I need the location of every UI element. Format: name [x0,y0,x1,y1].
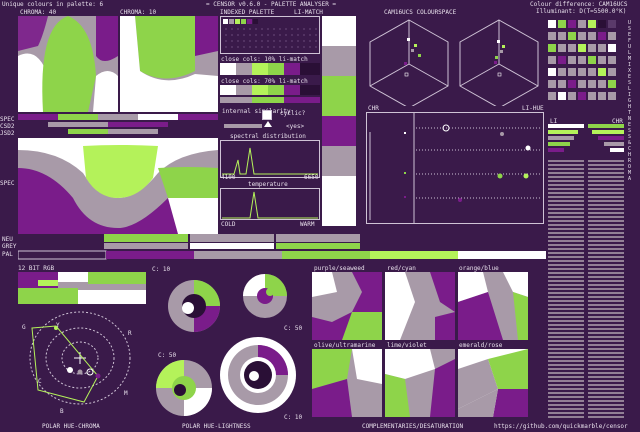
neutral-grey-palette-strips [18,234,546,260]
polar-hue-lightness-c50-bottom [156,360,212,416]
internal-similarity-bar [224,124,262,128]
illuminant-label: Illuminant: D(T=5500.0°K) [536,8,627,15]
chroma-10-label: CHROMA: 10 [120,9,157,16]
app-title: = CENSOR v0.6.0 - PALETTE ANALYSER = [206,1,337,8]
red-cyan-label: red/cyan [387,265,416,272]
li-hue-plot [366,112,544,224]
spec-sd2-map [18,138,218,234]
temperature-label: temperature [248,181,288,188]
lime-violet-label: lime/violet [387,342,427,349]
chroma-40-label: CHROMA: 40 [20,9,57,16]
chroma-10-map [120,16,218,112]
cyclic-label: cyclic? [280,110,306,117]
li-match-label: LI-MATCH [294,9,323,16]
olive-ultramarine-label: olive/ultramarine [314,342,376,349]
spec-label: SPEC [0,116,15,123]
c10-label-a: C: 10 [152,266,171,273]
spectral-distribution-plot [220,140,320,178]
hue-letter-b: B [60,408,64,415]
polar-hue-chroma-label: POLAR HUE-CHROMA [42,423,100,430]
pal-label: PAL [2,251,13,258]
useful-mixes-vertical-label: USEFUL MIXES LIGHTNESS & CHROMA [628,20,632,182]
polar-hue-lightness-c10 [168,280,220,332]
useful-mixes-grid [548,20,620,108]
purple-seaweed-map [312,272,382,340]
polar-hue-lightness-label: POLAR HUE-LIGHTNESS [182,423,251,430]
indexed-palette-grid [220,16,320,54]
temperature-cold-label: COLD [221,221,236,228]
cam16ucs-label: CAM16UCS COLOURSPACE [384,9,457,16]
lime-violet-map [385,349,455,417]
unique-colours-count: Unique colours in palette: 6 [2,1,104,8]
colour-difference-label: Colour difference: CAM16UCS [530,1,628,8]
close-cols-10-label: close cols: 10% li-match [221,56,308,63]
grey-label: GREY [2,243,17,250]
purple-seaweed-label: purple/seaweed [314,265,365,272]
spec-bars [18,114,218,134]
github-link[interactable]: https://github.com/quickmarble/censor [494,423,628,430]
red-cyan-map [385,272,455,340]
cyclic-value: <yes> [286,123,305,130]
li-match-column [322,16,356,226]
hue-letter-r: R [128,330,132,337]
hue-letter-y: Y [56,322,60,329]
lightness-chroma-strips [548,124,626,420]
neu-label: NEU [2,236,13,243]
hue-letter-m: M [124,390,128,397]
jsd2-label: JSD2 [0,130,15,137]
complementaries-label: COMPLEMENTARIES/DESATURATION [362,423,464,430]
hue-letter-g: G [22,324,26,331]
emerald-rose-map [458,349,528,417]
cyclic-checkbox[interactable] [262,110,272,120]
orange-blue-map [458,272,528,340]
orange-blue-label: orange/blue [459,265,499,272]
polar-hue-lightness-c50-top [243,274,287,318]
spectral-distribution-label: spectral distribution [230,133,306,140]
chroma-40-map [18,16,118,112]
spectral-min-label: 4100 [221,174,236,181]
cam16ucs-hexagons [369,19,539,106]
polar-hue-chroma [29,311,131,405]
close-cols-10-bars [220,63,320,75]
indexed-palette-label: INDEXED PALETTE [220,9,275,16]
csd2-label: CSD2 [0,123,15,130]
close-cols-70-bars [220,85,320,103]
c50-label-a: C: 50 [284,325,303,332]
polar-hue-lightness-c10-large [220,337,296,413]
hue-letter-c: C [38,378,42,385]
bit-rgb-strip [18,272,146,304]
temperature-warm-label: WARM [300,221,315,228]
bit-rgb-label: 12 BIT RGB [18,265,55,272]
close-cols-70-label: close cols: 70% li-match [221,78,308,85]
olive-ultramarine-map [312,349,382,417]
spectral-max-label: 6650 [304,174,319,181]
triangle-up-icon [264,121,272,127]
c10-label-b: C: 10 [284,414,303,421]
temperature-plot [220,188,320,220]
chr-label: CHR [368,105,379,112]
emerald-rose-label: emerald/rose [459,342,503,349]
li-hue-label: LI-HUE [522,105,544,112]
